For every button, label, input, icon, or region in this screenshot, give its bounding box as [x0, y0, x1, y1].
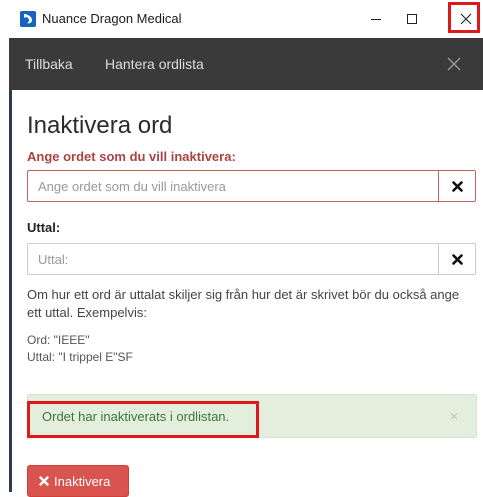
pronunciation-help-text: Om hur ett ord är uttalat skiljer sig fr… — [27, 287, 460, 320]
word-input-group — [27, 170, 476, 202]
pronunciation-input-group — [27, 243, 476, 275]
close-button-highlight-box — [448, 2, 480, 33]
word-input[interactable] — [27, 170, 439, 202]
back-link[interactable]: Tillbaka — [25, 56, 73, 72]
example-pronunciation: Uttal: "I trippel E"SF — [27, 350, 133, 364]
word-field-label: Ange ordet som du vill inaktivera: — [27, 149, 236, 164]
maximize-icon — [407, 14, 417, 24]
manage-dictionary-link[interactable]: Hantera ordlista — [105, 56, 204, 72]
times-icon — [451, 180, 463, 192]
window-titlebar[interactable]: Nuance Dragon Medical — [9, 0, 483, 38]
nav-close-button[interactable] — [446, 56, 462, 72]
alert-highlight-box — [27, 401, 259, 438]
clear-word-button[interactable] — [439, 170, 476, 202]
times-icon — [451, 253, 463, 265]
pronunciation-field-label: Uttal: — [27, 220, 61, 235]
example-word: Ord: "IEEE" — [27, 333, 90, 347]
navbar: Tillbaka Hantera ordlista — [9, 38, 483, 90]
inactivate-button-label: Inaktivera — [54, 473, 111, 489]
alert-close-button[interactable]: × — [450, 408, 458, 424]
maximize-button[interactable] — [393, 0, 431, 38]
times-icon — [39, 476, 49, 486]
window-left-edge — [0, 0, 9, 492]
clear-pronunciation-button[interactable] — [439, 243, 476, 275]
pronunciation-input[interactable] — [27, 243, 439, 275]
minimize-icon — [371, 19, 381, 20]
inactivate-button[interactable]: Inaktivera — [27, 465, 129, 497]
example-block: Ord: "IEEE" Uttal: "I trippel E"SF — [27, 332, 133, 366]
window-title: Nuance Dragon Medical — [42, 11, 182, 26]
close-icon — [447, 57, 461, 71]
main-content: Inaktivera ord Ange ordet som du vill in… — [12, 90, 483, 497]
dragon-logo-icon — [20, 11, 36, 27]
minimize-button[interactable] — [357, 0, 395, 38]
page-title: Inaktivera ord — [27, 112, 173, 139]
